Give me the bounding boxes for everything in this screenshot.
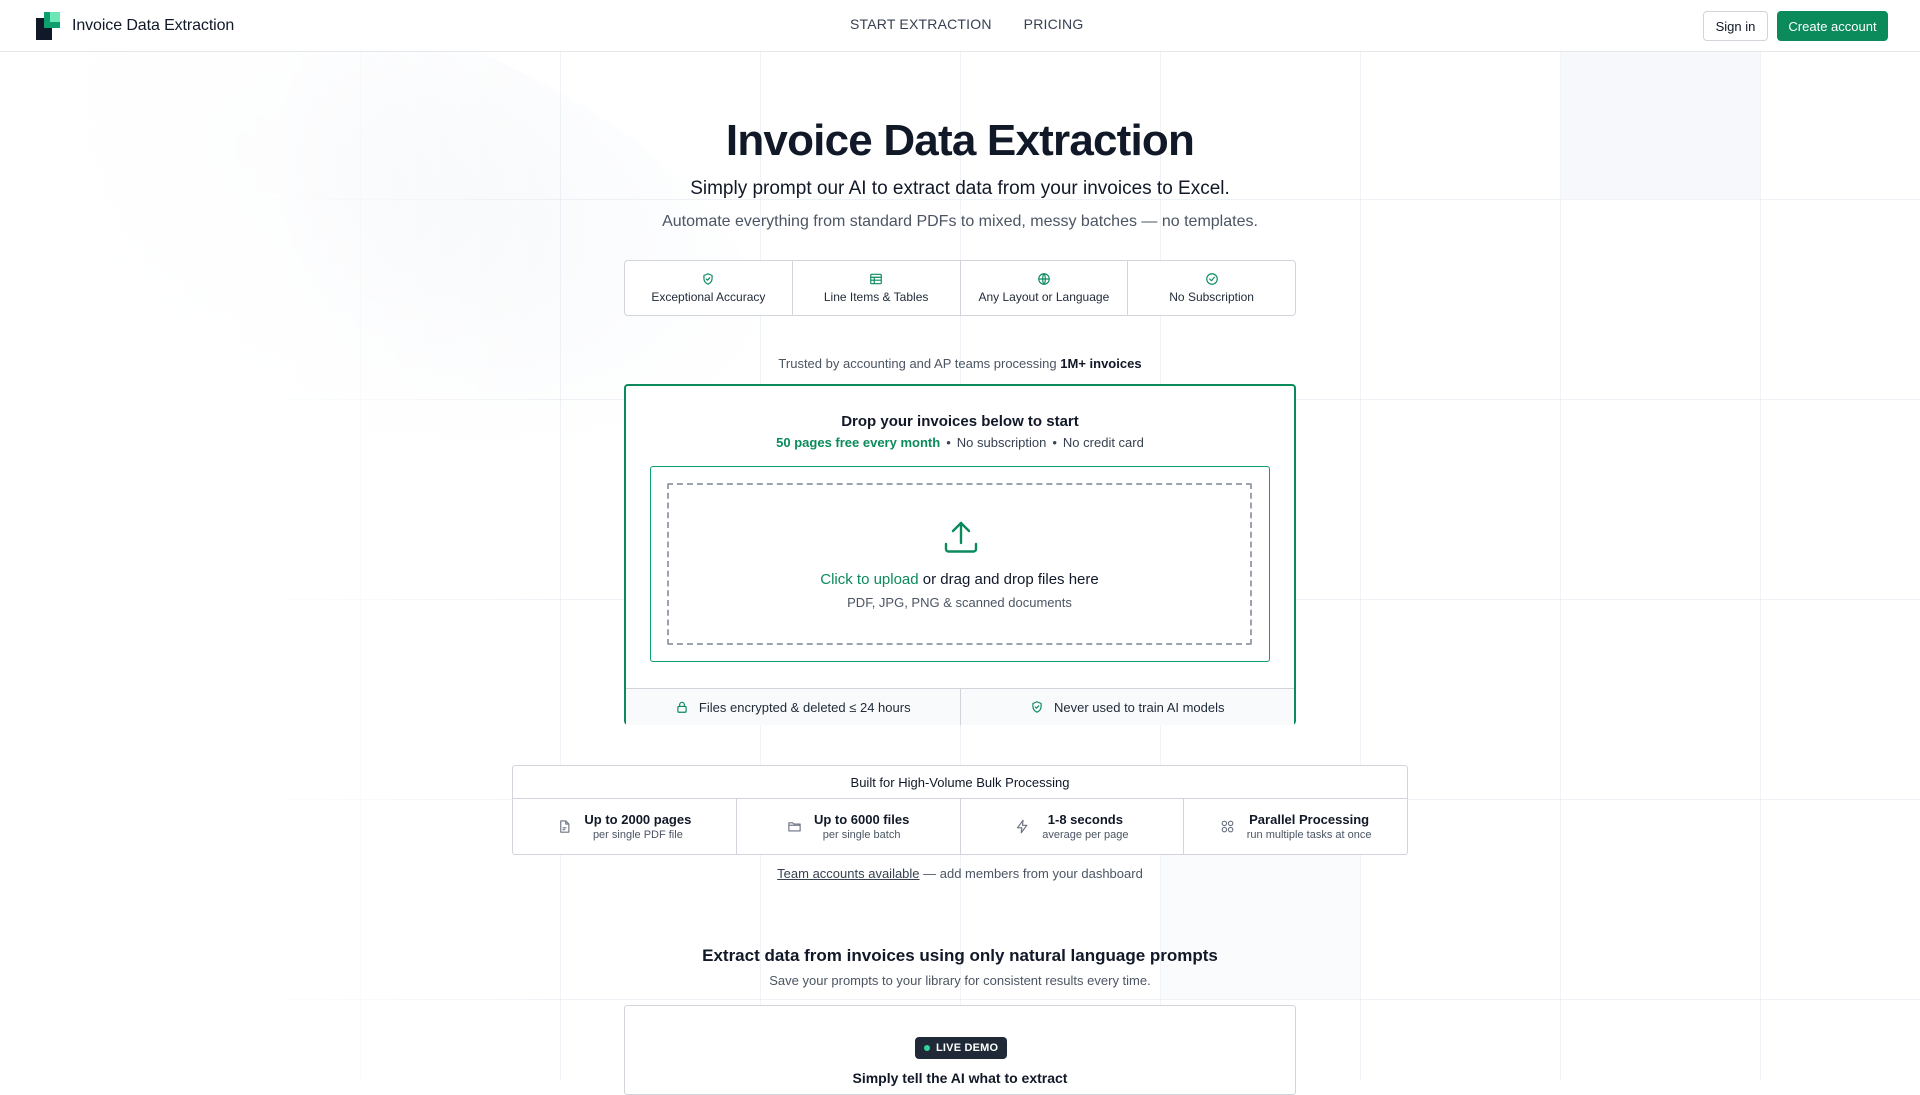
feature-label: Exceptional Accuracy [651,290,766,304]
brand-link[interactable]: Invoice Data Extraction [36,12,234,40]
shield-check-icon [703,273,714,285]
upload-icon [944,521,978,553]
nav-pricing[interactable]: PRICING [1024,16,1084,32]
bulk-stat-pages: Up to 2000 pages per single PDF file [513,799,737,854]
no-credit-card-note: No credit card [1062,435,1144,450]
bulk-stat-caption: average per page [1042,829,1129,841]
security-label: Files encrypted & deleted ≤ 24 hours [698,699,911,715]
hero-tagline: Automate everything from standard PDFs t… [662,213,1258,230]
shield-check-icon [1032,701,1042,713]
upload-card: Drop your invoices below to start 50 pag… [624,384,1296,725]
bulk-stat-value: Up to 2000 pages [584,812,692,827]
page-title: Invoice Data Extraction [725,116,1195,165]
live-demo-card: LIVE DEMO Simply tell the AI what to ext… [624,1005,1296,1095]
top-navigation-bar: Invoice Data Extraction START EXTRACTION… [0,0,1920,52]
dropzone[interactable]: Click to upload or drag and drop files h… [650,466,1270,662]
bulk-title: Built for High-Volume Bulk Processing [513,766,1407,799]
bulk-stat-speed: 1-8 seconds average per page [961,799,1185,854]
team-accounts-text: — add members from your dashboard [919,866,1143,881]
globe-icon [1038,273,1050,285]
brand-logo-icon [36,12,60,40]
live-indicator-icon [924,1045,930,1051]
upload-title: Drop your invoices below to start [841,413,1079,430]
separator-dot: • [1052,435,1057,450]
feature-label: No Subscription [1169,290,1254,304]
no-subscription-note: No subscription [956,435,1047,450]
bulk-stats-row: Up to 2000 pages per single PDF file Up t… [513,799,1407,854]
demo-heading: Simply tell the AI what to extract [852,1070,1068,1086]
feature-accuracy: Exceptional Accuracy [625,261,793,315]
security-label: Never used to train AI models [1053,699,1225,715]
security-no-training: Never used to train AI models [961,689,1295,725]
folder-icon [788,822,801,832]
team-accounts-note: Team accounts available — add members fr… [0,866,1920,881]
feature-label: Line Items & Tables [823,290,929,304]
section-title: Extract data from invoices using only na… [702,946,1218,965]
click-to-upload-link[interactable]: Click to upload [820,571,918,588]
trusted-text: Trusted by accounting and AP teams proce… [778,356,1061,371]
trusted-line: Trusted by accounting and AP teams proce… [0,356,1920,371]
dropzone-instruction: Click to upload or drag and drop files h… [669,571,1250,588]
lightning-icon [1017,819,1028,834]
bulk-stat-value: 1-8 seconds [1047,812,1123,827]
live-demo-badge: LIVE DEMO [915,1037,1008,1059]
separator-dot: • [946,435,951,450]
upload-subtitle: 50 pages free every month • No subscriptio… [626,435,1294,450]
free-pages-note: 50 pages free every month [776,435,941,450]
security-strip: Files encrypted & deleted ≤ 24 hours Nev… [626,688,1294,725]
bulk-stat-caption: run multiple tasks at once [1246,829,1372,841]
feature-line-items: Line Items & Tables [793,261,961,315]
check-circle-icon [1205,273,1218,285]
background-fade [0,52,560,1080]
grid-icon [1221,820,1234,833]
drag-drop-text: or drag and drop files here [918,571,1099,588]
bulk-stat-caption: per single batch [822,829,901,841]
create-account-button[interactable]: Create account [1777,11,1888,41]
sign-in-button[interactable]: Sign in [1703,11,1768,41]
bulk-stat-parallel: Parallel Processing run multiple tasks at… [1184,799,1407,854]
badge-label: LIVE DEMO [936,1042,999,1054]
feature-label: Any Layout or Language [978,290,1110,304]
lock-icon [677,701,687,713]
team-accounts-link[interactable]: Team accounts available [777,866,919,881]
brand-name: Invoice Data Extraction [72,17,235,34]
feature-strip: Exceptional Accuracy Line Items & Tables… [624,260,1296,316]
dropzone-inner[interactable]: Click to upload or drag and drop files h… [667,483,1252,645]
main-nav: START EXTRACTION PRICING [850,16,1083,32]
feature-no-subscription: No Subscription [1128,261,1295,315]
bulk-stat-value: Up to 6000 files [813,812,910,827]
table-icon [870,273,882,285]
trusted-highlight: 1M+ invoices [1060,356,1142,371]
hero-subtitle: Simply prompt our AI to extract data fro… [690,178,1230,199]
feature-any-layout: Any Layout or Language [961,261,1129,315]
file-icon [560,820,570,833]
security-encryption: Files encrypted & deleted ≤ 24 hours [626,689,961,725]
section-subtitle: Save your prompts to your library for co… [769,973,1151,988]
nav-start-extraction[interactable]: START EXTRACTION [850,16,992,32]
supported-formats: PDF, JPG, PNG & scanned documents [847,595,1072,610]
bulk-processing-panel: Built for High-Volume Bulk Processing Up… [512,765,1408,855]
bulk-stat-caption: per single PDF file [592,829,683,841]
bulk-stat-value: Parallel Processing [1249,812,1370,827]
bulk-stat-files: Up to 6000 files per single batch [737,799,961,854]
